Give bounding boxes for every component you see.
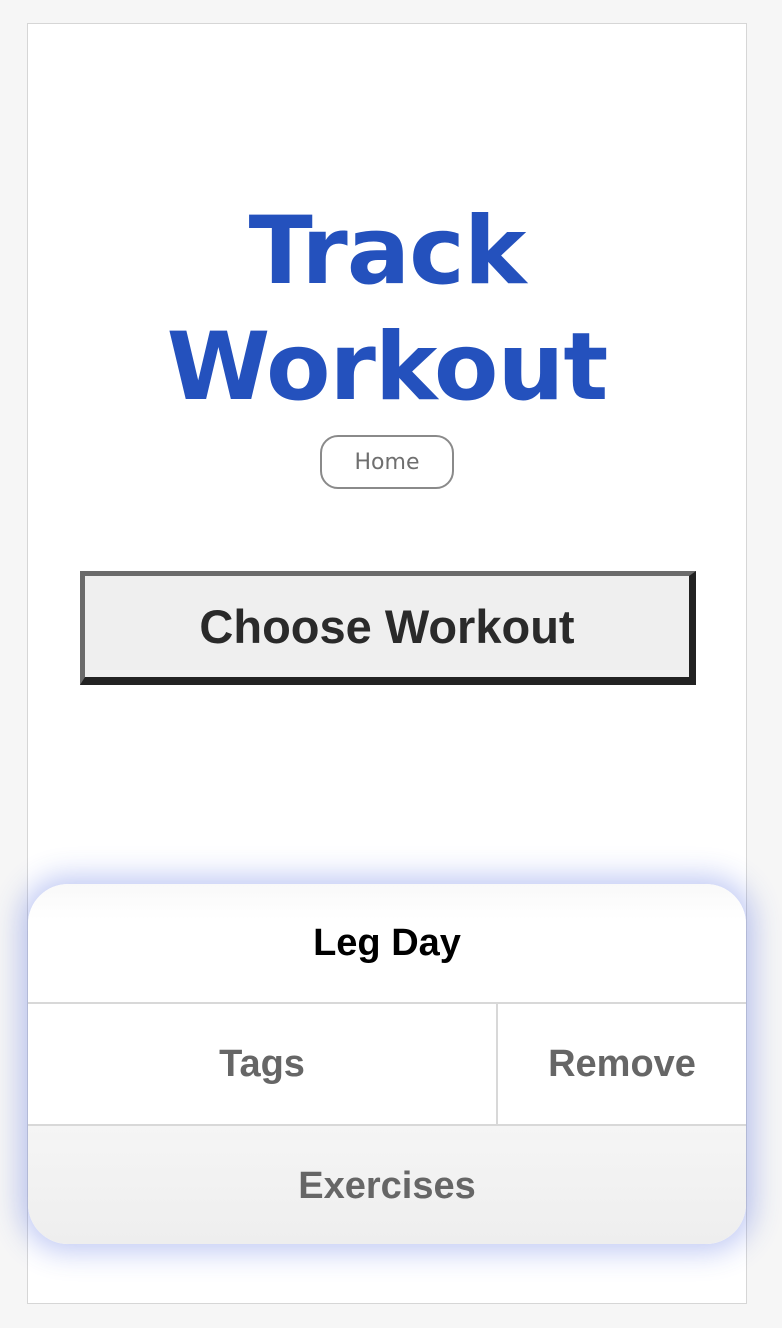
page-title-line-1: Track: [248, 197, 527, 306]
exercises-button[interactable]: Exercises: [28, 1126, 746, 1244]
home-button[interactable]: Home: [320, 435, 454, 489]
choose-workout-button[interactable]: Choose Workout: [80, 571, 696, 685]
tags-button[interactable]: Tags: [28, 1004, 498, 1124]
app-frame: Track Workout Home Choose Workout Leg Da…: [27, 23, 747, 1304]
page-title-line-2: Workout: [166, 313, 609, 422]
workout-card: Leg Day Tags Remove Exercises: [28, 884, 746, 1244]
workout-name: Leg Day: [28, 884, 746, 1004]
workout-actions-row: Tags Remove: [28, 1004, 746, 1126]
page-title: Track Workout: [28, 194, 746, 426]
remove-button[interactable]: Remove: [498, 1004, 746, 1124]
